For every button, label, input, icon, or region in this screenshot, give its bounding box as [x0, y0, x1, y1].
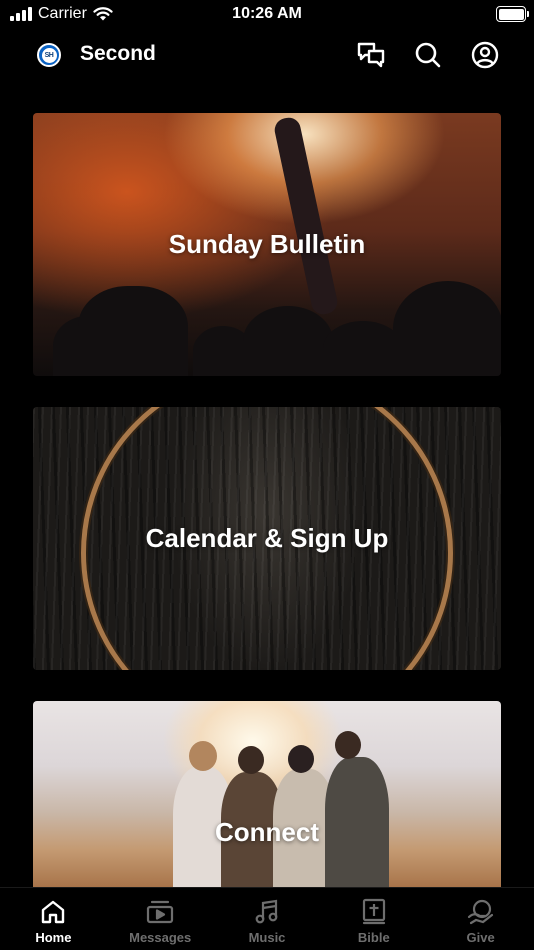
tab-label: Give [466, 930, 495, 945]
video-icon [146, 898, 174, 926]
church-logo[interactable]: SH [37, 43, 61, 67]
tab-label: Messages [129, 930, 192, 945]
battery-icon [496, 6, 529, 22]
logo-text: SH [41, 47, 57, 63]
page-title: Second [80, 42, 156, 65]
card-sunday-bulletin[interactable]: Sunday Bulletin [33, 113, 501, 376]
home-icon [39, 898, 67, 926]
tab-music[interactable]: Music [214, 888, 321, 950]
chat-icon[interactable] [356, 40, 386, 70]
tab-label: Bible [357, 930, 390, 945]
tab-messages[interactable]: Messages [107, 888, 214, 950]
tab-bible[interactable]: Bible [320, 888, 427, 950]
friends-image [33, 701, 501, 887]
status-bar: Carrier 10:26 AM [0, 0, 534, 30]
tab-label: Home [35, 930, 72, 945]
card-title: Connect [215, 816, 319, 847]
profile-icon[interactable] [470, 40, 500, 70]
card-title: Calendar & Sign Up [145, 523, 389, 553]
search-icon[interactable] [413, 40, 443, 70]
music-note-icon [253, 898, 281, 926]
card-connect[interactable]: Connect [33, 701, 501, 887]
give-icon [467, 898, 495, 926]
tab-label: Music [248, 930, 286, 945]
tab-give[interactable]: Give [427, 888, 534, 950]
status-time: 10:26 AM [232, 5, 302, 22]
card-title: Sunday Bulletin [168, 229, 366, 259]
app-header: SH Second [0, 32, 534, 78]
tab-bar: Home Messages Music Bible Give [0, 887, 534, 950]
tab-home[interactable]: Home [0, 888, 107, 950]
bible-icon [360, 898, 388, 926]
card-calendar-sign-up[interactable]: Calendar & Sign Up [33, 407, 501, 670]
